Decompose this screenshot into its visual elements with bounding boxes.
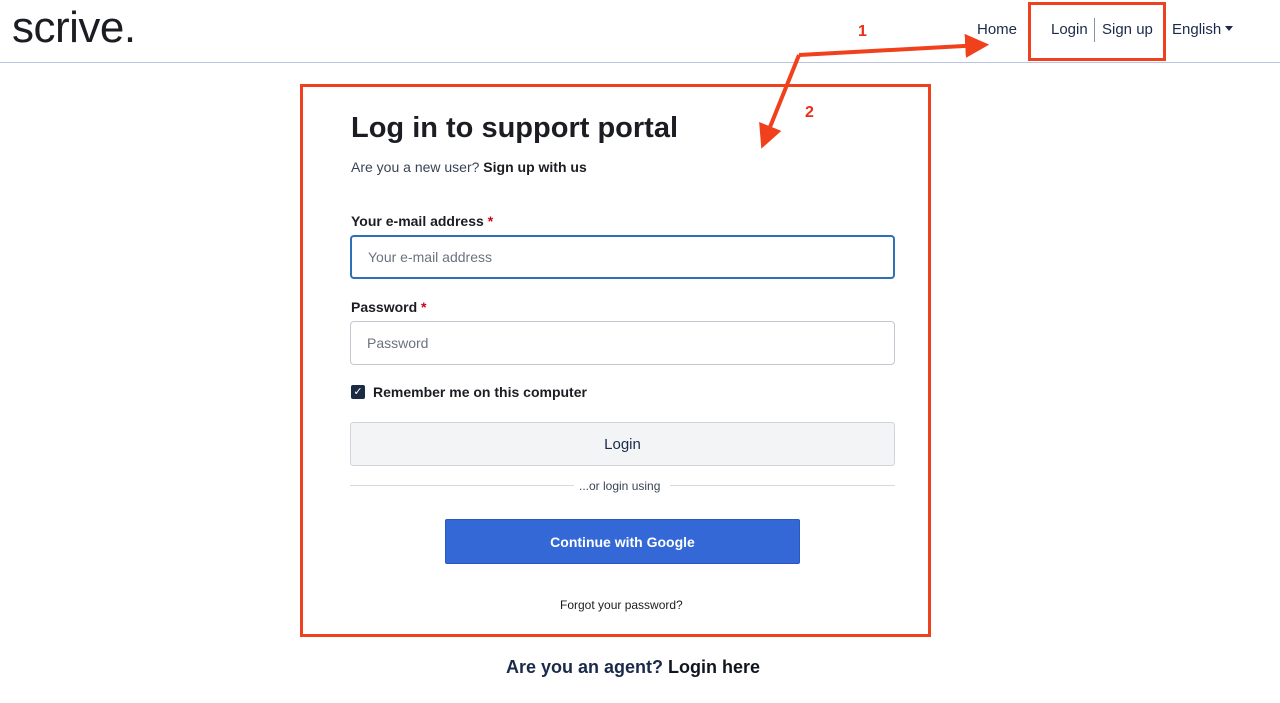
agent-login-prompt: Are you an agent? Login here bbox=[506, 657, 760, 678]
page-title: Log in to support portal bbox=[351, 112, 679, 144]
signup-link[interactable]: Sign up with us bbox=[483, 159, 586, 175]
required-mark: * bbox=[487, 213, 494, 229]
login-button[interactable]: Login bbox=[350, 422, 895, 466]
password-input[interactable] bbox=[350, 321, 895, 365]
checkmark-icon: ✓ bbox=[353, 386, 363, 398]
highlight-box-nav bbox=[1028, 2, 1166, 61]
required-mark: * bbox=[421, 299, 427, 315]
annotation-label-1: 1 bbox=[858, 23, 867, 40]
language-label: English bbox=[1172, 21, 1222, 38]
signup-prompt-text: Are you a new user? bbox=[351, 159, 480, 175]
nav-home-link[interactable]: Home bbox=[977, 21, 1017, 38]
remember-me-label[interactable]: Remember me on this computer bbox=[373, 384, 587, 400]
language-dropdown[interactable]: English bbox=[1172, 21, 1234, 38]
forgot-password-link[interactable]: Forgot your password? bbox=[560, 598, 683, 612]
signup-prompt: Are you a new user? Sign up with us bbox=[351, 159, 587, 175]
remember-me-checkbox[interactable]: ✓ bbox=[351, 385, 365, 399]
agent-login-link[interactable]: Login here bbox=[668, 657, 760, 677]
continue-with-google-button[interactable]: Continue with Google bbox=[445, 519, 800, 564]
scrive-logo[interactable]: scrive. bbox=[12, 2, 136, 54]
divider-text: ...or login using bbox=[579, 479, 661, 493]
email-label-text: Your e-mail address bbox=[351, 213, 484, 229]
caret-down-icon bbox=[1225, 26, 1234, 31]
agent-prompt-text: Are you an agent? bbox=[506, 657, 664, 677]
annotation-label-2: 2 bbox=[805, 104, 814, 121]
email-label: Your e-mail address * bbox=[351, 213, 493, 229]
divider-left bbox=[350, 485, 574, 486]
divider-right bbox=[670, 485, 895, 486]
password-label-text: Password bbox=[351, 299, 418, 315]
password-label: Password * bbox=[351, 299, 426, 315]
email-input[interactable] bbox=[350, 235, 895, 279]
